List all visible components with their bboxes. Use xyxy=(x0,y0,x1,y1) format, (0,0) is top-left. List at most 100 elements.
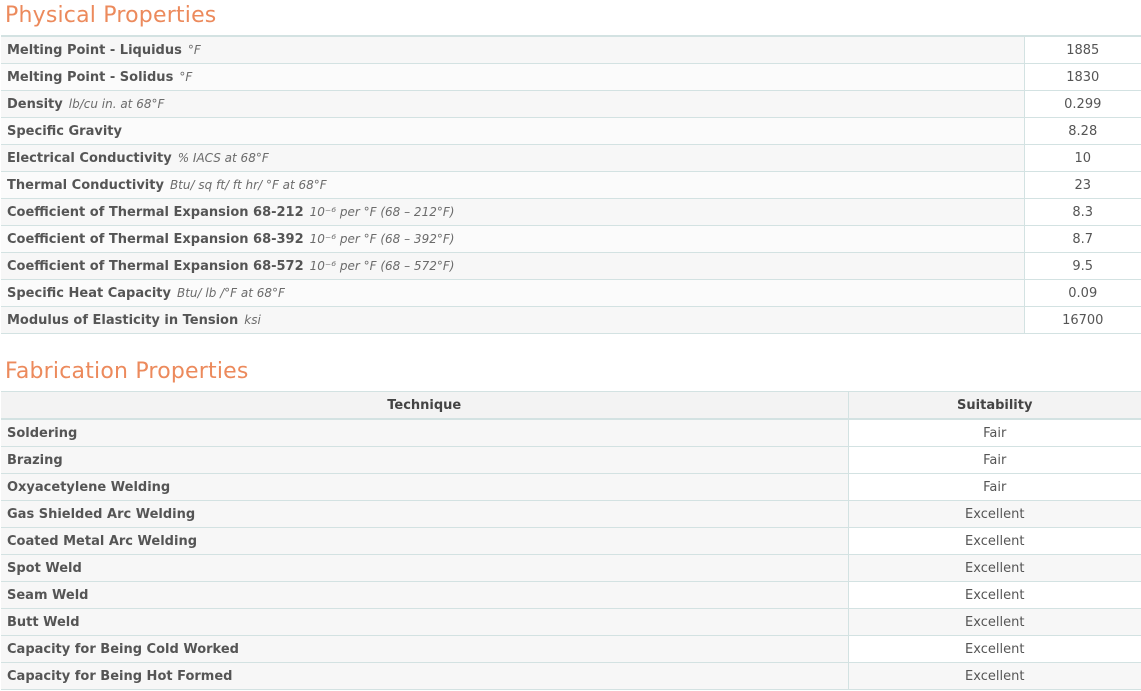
technique-cell: Butt Weld xyxy=(1,608,848,636)
property-name: Coefficient of Thermal Expansion 68-212 xyxy=(7,204,304,220)
property-unit: 10⁻⁶ per °F (68 – 572°F) xyxy=(309,258,455,273)
property-value: 8.7 xyxy=(1023,225,1141,253)
fabrication-properties-table: Technique Suitability Soldering Fair Brazi… xyxy=(1,391,1141,690)
property-value: 0.09 xyxy=(1023,279,1141,307)
property-unit: % IACS at 68°F xyxy=(177,150,269,165)
fabrication-row: Butt Weld Excellent xyxy=(1,608,1141,636)
fabrication-row: Gas Shielded Arc Welding Excellent xyxy=(1,500,1141,528)
property-unit: Btu/ sq ft/ ft hr/ °F at 68°F xyxy=(169,177,327,192)
technique-name: Spot Weld xyxy=(7,560,82,576)
technique-name: Gas Shielded Arc Welding xyxy=(7,506,196,522)
property-name: Melting Point - Solidus xyxy=(7,69,174,85)
property-value: 9.5 xyxy=(1023,252,1141,280)
property-cell: Melting Point - Liquidus °F xyxy=(1,36,1024,64)
suitability-value: Excellent xyxy=(847,635,1141,663)
technique-name: Brazing xyxy=(7,452,63,468)
fabrication-row: Capacity for Being Cold Worked Excellent xyxy=(1,635,1141,663)
physical-properties-title: Physical Properties xyxy=(5,3,217,28)
property-cell: Modulus of Elasticity in Tension ksi xyxy=(1,306,1024,334)
property-value: 1830 xyxy=(1023,63,1141,91)
technique-cell: Capacity for Being Cold Worked xyxy=(1,635,848,663)
physical-property-row: Specific Gravity 8.28 xyxy=(1,117,1141,145)
fabrication-row: Coated Metal Arc Welding Excellent xyxy=(1,527,1141,555)
physical-property-row: Modulus of Elasticity in Tension ksi 16700 xyxy=(1,306,1141,334)
technique-cell: Gas Shielded Arc Welding xyxy=(1,500,848,528)
technique-name: Capacity for Being Hot Formed xyxy=(7,668,233,684)
property-cell: Specific Gravity xyxy=(1,117,1024,145)
technique-column-header: Technique xyxy=(1,391,848,420)
physical-property-row: Coefficient of Thermal Expansion 68-212 1… xyxy=(1,198,1141,226)
physical-property-row: Coefficient of Thermal Expansion 68-392 1… xyxy=(1,225,1141,253)
property-name: Specific Gravity xyxy=(7,123,122,139)
suitability-value: Excellent xyxy=(847,662,1141,690)
suitability-value: Excellent xyxy=(847,500,1141,528)
physical-property-row: Specific Heat Capacity Btu/ lb /°F at 68°… xyxy=(1,279,1141,307)
property-name: Electrical Conductivity xyxy=(7,150,172,166)
fabrication-properties-title: Fabrication Properties xyxy=(5,359,249,384)
suitability-column-header: Suitability xyxy=(847,391,1141,420)
suitability-value: Excellent xyxy=(847,608,1141,636)
property-value: 8.3 xyxy=(1023,198,1141,226)
fabrication-row: Oxyacetylene Welding Fair xyxy=(1,473,1141,501)
property-cell: Electrical Conductivity % IACS at 68°F xyxy=(1,144,1024,172)
property-unit: °F xyxy=(187,42,201,57)
fabrication-header-row: Technique Suitability xyxy=(1,391,1141,420)
property-value: 10 xyxy=(1023,144,1141,172)
suitability-value: Excellent xyxy=(847,554,1141,582)
technique-cell: Seam Weld xyxy=(1,581,848,609)
physical-property-row: Melting Point - Liquidus °F 1885 xyxy=(1,36,1141,64)
technique-cell: Spot Weld xyxy=(1,554,848,582)
property-cell: Melting Point - Solidus °F xyxy=(1,63,1024,91)
fabrication-row: Soldering Fair xyxy=(1,419,1141,447)
physical-property-row: Coefficient of Thermal Expansion 68-572 1… xyxy=(1,252,1141,280)
property-value: 8.28 xyxy=(1023,117,1141,145)
suitability-value: Excellent xyxy=(847,581,1141,609)
suitability-value: Fair xyxy=(847,419,1141,447)
property-name: Modulus of Elasticity in Tension xyxy=(7,312,239,328)
technique-cell: Coated Metal Arc Welding xyxy=(1,527,848,555)
property-name: Thermal Conductivity xyxy=(7,177,164,193)
fabrication-row: Spot Weld Excellent xyxy=(1,554,1141,582)
suitability-value: Fair xyxy=(847,473,1141,501)
physical-properties-table: Melting Point - Liquidus °F 1885 Melting Po… xyxy=(1,35,1141,334)
property-cell: Coefficient of Thermal Expansion 68-392 1… xyxy=(1,225,1024,253)
suitability-value: Excellent xyxy=(847,527,1141,555)
property-value: 16700 xyxy=(1023,306,1141,334)
fabrication-row: Capacity for Being Hot Formed Excellent xyxy=(1,662,1141,690)
technique-name: Oxyacetylene Welding xyxy=(7,479,171,495)
property-cell: Thermal Conductivity Btu/ sq ft/ ft hr/ °… xyxy=(1,171,1024,199)
property-value: 0.299 xyxy=(1023,90,1141,118)
fabrication-row: Brazing Fair xyxy=(1,446,1141,474)
property-unit: Btu/ lb /°F at 68°F xyxy=(176,285,285,300)
property-unit: ksi xyxy=(244,312,261,327)
technique-name: Soldering xyxy=(7,425,78,441)
physical-property-row: Electrical Conductivity % IACS at 68°F 10 xyxy=(1,144,1141,172)
property-name: Coefficient of Thermal Expansion 68-392 xyxy=(7,231,304,247)
property-unit: 10⁻⁶ per °F (68 – 212°F) xyxy=(309,204,455,219)
physical-property-row: Density lb/cu in. at 68°F 0.299 xyxy=(1,90,1141,118)
technique-cell: Oxyacetylene Welding xyxy=(1,473,848,501)
property-cell: Coefficient of Thermal Expansion 68-572 1… xyxy=(1,252,1024,280)
technique-name: Butt Weld xyxy=(7,614,80,630)
property-name: Density xyxy=(7,96,63,112)
technique-cell: Soldering xyxy=(1,419,848,447)
property-name: Specific Heat Capacity xyxy=(7,285,171,301)
physical-property-row: Melting Point - Solidus °F 1830 xyxy=(1,63,1141,91)
property-cell: Coefficient of Thermal Expansion 68-212 1… xyxy=(1,198,1024,226)
property-unit: lb/cu in. at 68°F xyxy=(68,96,165,111)
fabrication-row: Seam Weld Excellent xyxy=(1,581,1141,609)
property-cell: Density lb/cu in. at 68°F xyxy=(1,90,1024,118)
property-name: Melting Point - Liquidus xyxy=(7,42,182,58)
technique-name: Coated Metal Arc Welding xyxy=(7,533,198,549)
property-unit: 10⁻⁶ per °F (68 – 392°F) xyxy=(309,231,455,246)
property-cell: Specific Heat Capacity Btu/ lb /°F at 68°… xyxy=(1,279,1024,307)
technique-name: Seam Weld xyxy=(7,587,89,603)
property-value: 23 xyxy=(1023,171,1141,199)
technique-cell: Capacity for Being Hot Formed xyxy=(1,662,848,690)
technique-name: Capacity for Being Cold Worked xyxy=(7,641,239,657)
property-unit: °F xyxy=(179,69,193,84)
property-name: Coefficient of Thermal Expansion 68-572 xyxy=(7,258,304,274)
property-value: 1885 xyxy=(1023,36,1141,64)
suitability-value: Fair xyxy=(847,446,1141,474)
technique-cell: Brazing xyxy=(1,446,848,474)
